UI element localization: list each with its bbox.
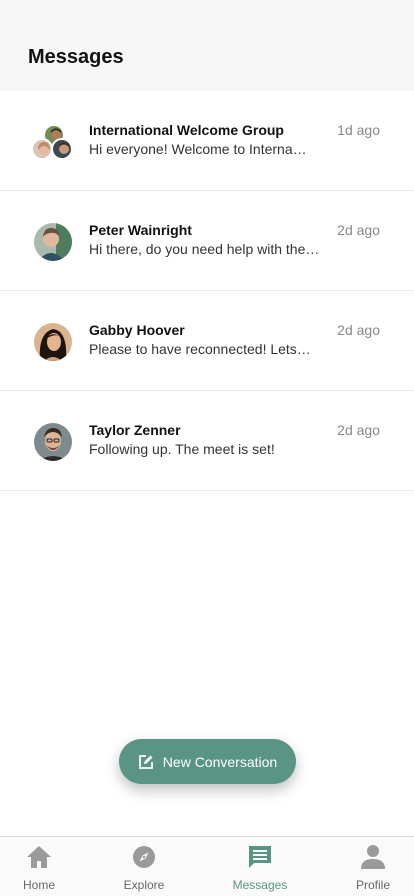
tab-explore[interactable]: Explore bbox=[104, 845, 184, 892]
conversation-preview: Hi everyone! Welcome to Interna… bbox=[89, 141, 307, 157]
conversation-time: 2d ago bbox=[337, 222, 380, 238]
conversation-preview: Please to have reconnected! Lets… bbox=[89, 341, 311, 357]
conversation-time: 1d ago bbox=[337, 122, 380, 138]
conversation-name: Gabby Hoover bbox=[89, 322, 185, 338]
conversation-name: Peter Wainright bbox=[89, 222, 192, 238]
conversation-list: International Welcome Group Hi everyone!… bbox=[0, 91, 414, 491]
tab-label: Messages bbox=[232, 878, 288, 892]
home-icon bbox=[26, 845, 52, 872]
person-icon bbox=[360, 845, 386, 872]
message-icon bbox=[247, 845, 273, 872]
tab-label: Profile bbox=[355, 878, 390, 892]
page-title: Messages bbox=[28, 46, 124, 68]
taylor-avatar bbox=[34, 423, 72, 461]
tab-home[interactable]: Home bbox=[0, 845, 79, 892]
conversation-row[interactable]: Taylor Zenner Following up. The meet is … bbox=[0, 391, 414, 491]
compass-icon bbox=[132, 845, 156, 872]
avatar bbox=[31, 138, 53, 160]
conversation-row[interactable]: Peter Wainright Hi there, do you need he… bbox=[0, 191, 414, 291]
conversation-row[interactable]: Gabby Hoover Please to have reconnected!… bbox=[0, 291, 414, 391]
conversation-preview: Following up. The meet is set! bbox=[89, 441, 275, 457]
tab-label: Home bbox=[22, 878, 55, 892]
new-conversation-button[interactable]: New Conversation bbox=[119, 739, 296, 784]
conversation-time: 2d ago bbox=[337, 322, 380, 338]
avatar bbox=[51, 138, 73, 160]
tab-messages[interactable]: Messages bbox=[220, 845, 300, 892]
gabby-avatar bbox=[34, 323, 72, 361]
conversation-name: Taylor Zenner bbox=[89, 422, 181, 438]
tab-bar: Home Explore Messages Profile bbox=[0, 836, 414, 896]
conversation-preview: Hi there, do you need help with the… bbox=[89, 241, 320, 257]
conversation-time: 2d ago bbox=[337, 422, 380, 438]
edit-icon bbox=[138, 754, 154, 770]
conversation-name: International Welcome Group bbox=[89, 122, 284, 138]
group-avatar bbox=[31, 124, 76, 164]
tab-profile[interactable]: Profile bbox=[333, 845, 413, 892]
header: Messages bbox=[0, 0, 414, 91]
new-conversation-label: New Conversation bbox=[162, 753, 278, 770]
tab-label: Explore bbox=[123, 878, 165, 892]
conversation-row[interactable]: International Welcome Group Hi everyone!… bbox=[0, 91, 414, 191]
peter-avatar bbox=[34, 223, 72, 261]
